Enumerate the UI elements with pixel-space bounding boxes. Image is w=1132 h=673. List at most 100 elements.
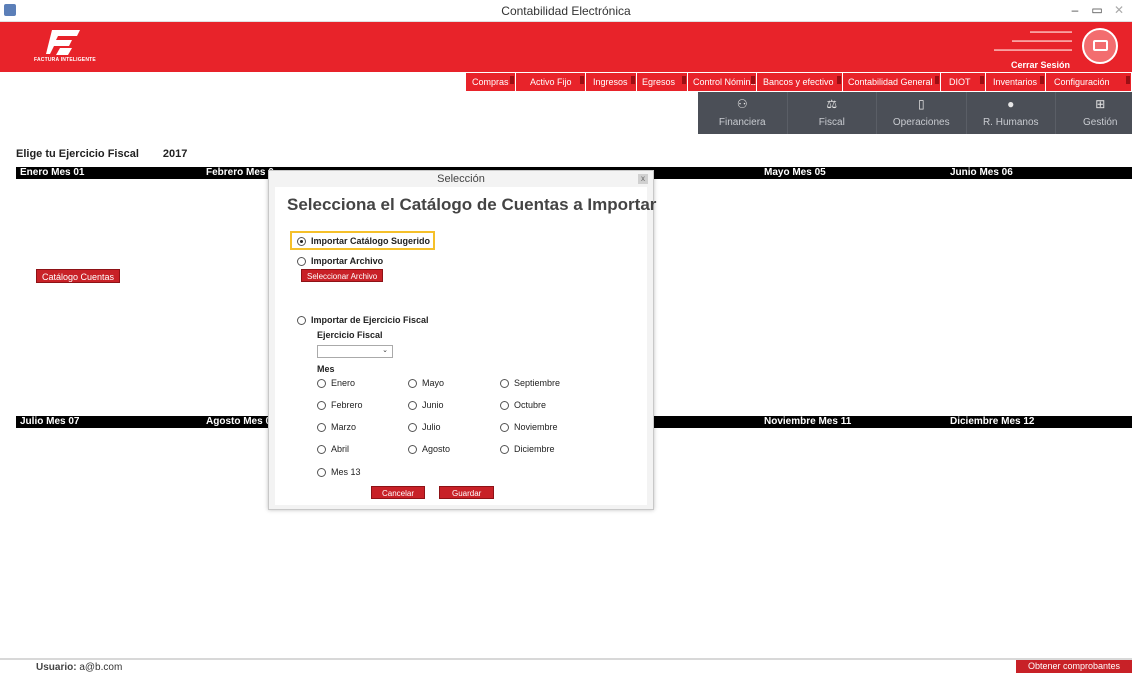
radio-month-noviembre[interactable]: Noviembre	[500, 422, 558, 432]
dialog-heading: Selecciona el Catálogo de Cuentas a Impo…	[287, 195, 657, 214]
month-header: Agosto Mes 0	[206, 416, 272, 427]
pin-icon	[580, 76, 584, 84]
radio-icon	[317, 467, 326, 477]
radio-import-suggested[interactable]: Importar Catálogo Sugerido	[297, 236, 430, 246]
logo-mark-icon	[46, 30, 80, 55]
radio-icon	[317, 378, 326, 388]
fiscal-year-label: Elige tu Ejercicio Fiscal	[16, 148, 139, 160]
radio-month-julio[interactable]: Julio	[408, 422, 441, 432]
pin-icon	[510, 76, 514, 84]
selection-dialog: Selección x Selecciona el Catálogo de Cu…	[268, 170, 656, 510]
month-header: Enero Mes 01	[20, 167, 85, 178]
user-status: Usuario: a@b.com	[36, 662, 123, 673]
radio-icon	[500, 378, 509, 388]
radio-icon	[408, 444, 417, 454]
radio-import-fiscal-year[interactable]: Importar de Ejercicio Fiscal	[297, 315, 429, 325]
month-header: Junio Mes 06	[950, 167, 1013, 178]
radio-month-septiembre[interactable]: Septiembre	[500, 378, 560, 388]
fiscal-year-selector[interactable]: Elige tu Ejercicio Fiscal 2017	[16, 148, 187, 160]
header-bar: FACTURA INTELIGENTE ▬▬▬▬▬▬▬ ▬▬▬▬▬▬▬▬▬▬ ▬▬▬…	[0, 22, 1132, 72]
radio-selected-icon	[297, 236, 306, 246]
dialog-body: Selecciona el Catálogo de Cuentas a Impo…	[275, 187, 656, 505]
minimize-icon[interactable]: –	[1064, 2, 1086, 18]
radio-month-mayo[interactable]: Mayo	[408, 378, 444, 388]
module-financiera[interactable]: ⚇ Financiera	[698, 92, 788, 134]
document-icon: ▯	[917, 97, 925, 111]
radio-month-marzo[interactable]: Marzo	[317, 422, 356, 432]
radio-icon	[500, 400, 509, 410]
month-field-label: Mes	[317, 364, 335, 374]
window-titlebar: Contabilidad Electrónica – ▭ ✕	[0, 0, 1132, 22]
dialog-close-icon[interactable]: x	[638, 174, 648, 184]
menu-item-egresos[interactable]: Egresos	[637, 73, 688, 91]
pin-icon	[751, 76, 755, 84]
maximize-icon[interactable]: ▭	[1086, 2, 1108, 18]
radio-month-enero[interactable]: Enero	[317, 378, 355, 388]
radio-icon	[408, 378, 417, 388]
fiscal-year-field-label: Ejercicio Fiscal	[317, 330, 383, 340]
radio-icon	[500, 422, 509, 432]
radio-icon	[297, 256, 306, 266]
module-gestion[interactable]: ⊞ Gestión	[1056, 92, 1132, 134]
avatar[interactable]	[1082, 28, 1118, 64]
module-fiscal[interactable]: ⚖ Fiscal	[787, 92, 877, 134]
module-tiles: ⚇ Financiera ⚖ Fiscal ▯ Operaciones ● R. Hum…	[698, 92, 1132, 134]
cancel-button[interactable]: Cancelar	[371, 486, 426, 499]
main-menu: Compras Activo Fijo Ingresos Egresos Con…	[466, 73, 1132, 91]
month-header: Febrero Mes 0	[206, 167, 274, 178]
radio-month-junio[interactable]: Junio	[408, 400, 444, 410]
module-recursos-humanos[interactable]: ● R. Humanos	[966, 92, 1056, 134]
person-icon: ●	[1007, 97, 1015, 111]
dialog-title: Selección	[437, 173, 485, 185]
monitor-icon	[1093, 40, 1108, 51]
radio-icon	[317, 422, 326, 432]
radio-icon	[408, 422, 417, 432]
radio-icon	[500, 444, 509, 454]
month-header: Noviembre Mes 11	[764, 416, 852, 427]
radio-month-13[interactable]: Mes 13	[317, 467, 361, 477]
radio-icon	[317, 400, 326, 410]
pin-icon	[631, 76, 635, 84]
pin-icon	[837, 76, 841, 84]
status-bar: Usuario: a@b.com Obtener comprobantes	[0, 658, 1132, 673]
radio-month-diciembre[interactable]: Diciembre	[500, 444, 555, 454]
menu-item-contabilidad-general[interactable]: Contabilidad General	[843, 73, 941, 91]
scale-icon: ⚖	[826, 97, 838, 111]
pin-icon	[980, 76, 984, 84]
pin-icon	[1126, 76, 1130, 84]
radio-icon	[317, 444, 326, 454]
month-header: Mayo Mes 05	[764, 167, 826, 178]
fiscal-year-dropdown[interactable]: ⌄	[317, 345, 393, 358]
menu-item-control-nomina[interactable]: Control Nómina	[688, 73, 757, 91]
menu-item-activo-fijo[interactable]: Activo Fijo	[516, 73, 586, 91]
radio-month-febrero[interactable]: Febrero	[317, 400, 363, 410]
module-operaciones[interactable]: ▯ Operaciones	[877, 92, 967, 134]
chevron-down-icon: ⌄	[382, 347, 388, 354]
month-header: Julio Mes 07	[20, 416, 80, 427]
user-info-blurred: ▬▬▬▬▬▬▬ ▬▬▬▬▬▬▬▬▬▬ ▬▬▬▬▬▬▬▬▬▬▬▬▬	[994, 29, 1072, 53]
menu-item-compras[interactable]: Compras	[466, 73, 516, 91]
menu-item-diot[interactable]: DIOT	[941, 73, 986, 91]
coins-icon: ⚇	[736, 97, 748, 111]
obtain-receipts-button[interactable]: Obtener comprobantes	[1016, 660, 1132, 673]
radio-month-abril[interactable]: Abril	[317, 444, 349, 454]
close-icon[interactable]: ✕	[1108, 2, 1130, 18]
pin-icon	[935, 76, 939, 84]
menu-item-bancos[interactable]: Bancos y efectivo	[757, 73, 843, 91]
select-file-button[interactable]: Seleccionar Archivo	[301, 269, 384, 282]
save-button[interactable]: Guardar	[439, 486, 495, 499]
catalog-accounts-button[interactable]: Catálogo Cuentas	[36, 269, 121, 283]
month-header: Diciembre Mes 12	[950, 416, 1035, 427]
radio-month-agosto[interactable]: Agosto	[408, 444, 450, 454]
radio-icon	[408, 400, 417, 410]
pin-icon	[1040, 76, 1044, 84]
menu-item-ingresos[interactable]: Ingresos	[586, 73, 637, 91]
radio-month-octubre[interactable]: Octubre	[500, 400, 546, 410]
brand-logo: FACTURA INTELIGENTE	[34, 28, 96, 66]
menu-item-inventarios[interactable]: Inventarios	[986, 73, 1046, 91]
radio-import-file[interactable]: Importar Archivo	[297, 256, 383, 266]
menu-item-configuracion[interactable]: Configuración	[1046, 73, 1132, 91]
logout-link[interactable]: Cerrar Sesión	[1011, 60, 1070, 70]
fiscal-year-value[interactable]: 2017	[163, 148, 187, 160]
window-title: Contabilidad Electrónica	[501, 4, 631, 18]
